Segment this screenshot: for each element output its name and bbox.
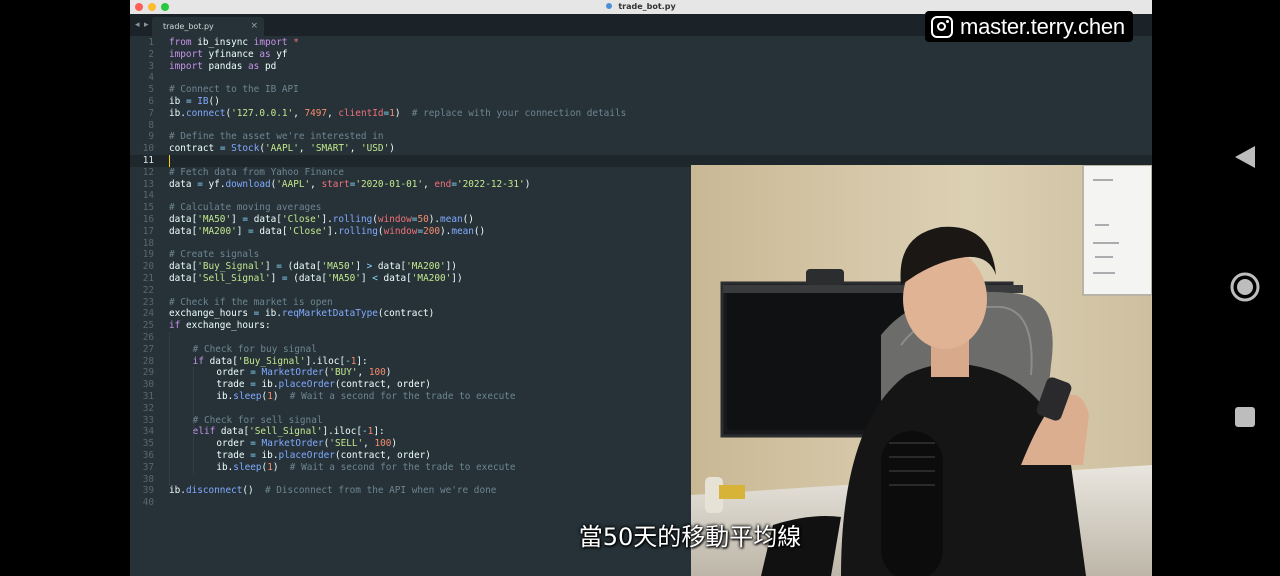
code-text: trade = ib.placeOrder(contract, order) — [216, 450, 431, 461]
code-text: order = MarketOrder('SELL', 100) — [216, 438, 398, 450]
line-number: 37 — [142, 461, 154, 473]
indent-guide — [169, 332, 170, 486]
code-text: data['Sell_Signal'] = (data['MA50'] < da… — [169, 273, 463, 284]
line-number: 32 — [142, 402, 154, 414]
code-text: contract = Stock('AAPL', 'SMART', 'USD') — [169, 143, 395, 155]
line-number: 33 — [142, 414, 154, 426]
watermark: master.terry.chen — [925, 11, 1133, 42]
line-number: 2 — [148, 48, 154, 60]
line-number: 9 — [148, 131, 154, 143]
line-number: 12 — [142, 166, 154, 178]
code-text: # Define the asset we're interested in — [169, 131, 384, 143]
line-number: 18 — [142, 237, 154, 249]
back-triangle-icon[interactable] — [1228, 140, 1262, 174]
line-number: 1 — [148, 37, 154, 48]
code-text: data = yf.download('AAPL', start='2020-0… — [169, 178, 531, 190]
line-number: 26 — [142, 332, 154, 343]
code-line[interactable]: 5 # Connect to the IB API — [130, 84, 1152, 96]
line-number: 3 — [148, 60, 154, 72]
line-number: 19 — [142, 249, 154, 261]
code-text: ib = IB() — [169, 96, 220, 107]
code-line[interactable]: 2 import yfinance as yf — [130, 49, 1152, 61]
code-text: elif data['Sell_Signal'].iloc[-1]: — [192, 426, 385, 438]
code-text: # Check for buy signal — [192, 343, 317, 355]
line-number: 27 — [142, 343, 154, 355]
tab-trade-bot[interactable]: trade_bot.py × — [152, 17, 264, 36]
code-text: ib.sleep(1) # Wait a second for the trad… — [216, 461, 516, 473]
code-text: ib.connect('127.0.0.1', 7497, clientId=1… — [169, 107, 627, 119]
line-number: 13 — [142, 178, 154, 190]
code-line[interactable]: 10 contract = Stock('AAPL', 'SMART', 'USD… — [130, 143, 1152, 155]
home-circle-icon[interactable] — [1228, 270, 1262, 304]
line-number: 24 — [142, 308, 154, 320]
code-text: # Fetch data from Yahoo Finance — [169, 166, 344, 178]
text-caret — [169, 155, 170, 167]
code-line[interactable]: 3 import pandas as pd — [130, 61, 1152, 73]
line-number: 8 — [148, 119, 154, 131]
code-text: if exchange_hours: — [169, 320, 271, 332]
line-number: 31 — [142, 391, 154, 402]
watermark-handle: master.terry.chen — [960, 14, 1125, 39]
line-number: 6 — [148, 96, 154, 107]
code-text: trade = ib.placeOrder(contract, order) — [216, 379, 431, 391]
video-subtitle: 當50天的移動平均線 — [578, 523, 802, 551]
code-text: data['MA200'] = data['Close'].rolling(wi… — [169, 225, 486, 237]
code-text: # Calculate moving averages — [169, 202, 322, 214]
code-text: from ib_insync import * — [169, 37, 299, 48]
code-text: # Create signals — [169, 249, 260, 261]
line-number: 5 — [148, 84, 154, 96]
line-number: 25 — [142, 320, 154, 332]
code-line[interactable]: 9 # Define the asset we're interested in — [130, 131, 1152, 143]
code-text: ib.disconnect() # Disconnect from the AP… — [169, 485, 497, 497]
tab-forward-arrow-icon[interactable]: ▸ — [144, 18, 149, 32]
code-text: ib.sleep(1) # Wait a second for the trad… — [216, 391, 516, 402]
code-line[interactable]: 6 ib = IB() — [130, 96, 1152, 108]
line-number: 17 — [142, 225, 154, 237]
tab-close-icon[interactable]: × — [250, 17, 258, 36]
line-number: 22 — [142, 284, 154, 296]
line-number: 23 — [142, 296, 154, 308]
tab-label: trade_bot.py — [163, 22, 214, 31]
indent-guide — [192, 367, 194, 474]
line-number: 35 — [142, 438, 154, 450]
line-number: 36 — [142, 450, 154, 461]
code-text: # Check if the market is open — [169, 296, 333, 308]
line-number: 34 — [142, 426, 154, 438]
code-text: # Check for sell signal — [192, 414, 323, 426]
line-number: 4 — [148, 72, 154, 84]
code-text: import pandas as pd — [169, 60, 277, 72]
line-number: 28 — [142, 355, 154, 367]
video-frame: trade_bot.py ◂ ▸ trade_bot.py × 1 from ib… — [130, 0, 1152, 576]
tab-back-arrow-icon[interactable]: ◂ — [135, 18, 140, 32]
file-icon — [606, 3, 613, 9]
webcam-inset — [691, 165, 1152, 576]
code-text: # Connect to the IB API — [169, 84, 299, 96]
code-text: if data['Buy_Signal'].iloc[-1]: — [192, 355, 368, 367]
line-number: 21 — [142, 273, 154, 284]
line-number: 40 — [142, 497, 154, 509]
line-number: 15 — [142, 202, 154, 214]
line-number: 16 — [142, 214, 154, 225]
code-line[interactable]: 7 ib.connect('127.0.0.1', 7497, clientId=… — [130, 108, 1152, 120]
line-number: 10 — [142, 143, 154, 155]
code-line[interactable]: 4 — [130, 72, 1152, 84]
window-title-text: trade_bot.py — [618, 2, 676, 11]
line-number: 30 — [142, 379, 154, 391]
code-text: exchange_hours = ib.reqMarketDataType(co… — [169, 308, 435, 320]
code-text: data['Buy_Signal'] = (data['MA50'] > dat… — [169, 261, 457, 273]
line-number: 14 — [142, 190, 154, 202]
line-number: 29 — [142, 367, 154, 379]
code-line[interactable]: 8 — [130, 120, 1152, 132]
line-number: 39 — [142, 485, 154, 497]
line-number: 11 — [142, 155, 154, 166]
recents-square-icon[interactable] — [1228, 400, 1262, 434]
code-text: data['MA50'] = data['Close'].rolling(win… — [169, 214, 474, 225]
line-number: 38 — [142, 473, 154, 485]
webcam-scene — [691, 165, 1152, 576]
code-text: import yfinance as yf — [169, 48, 288, 60]
instagram-icon — [931, 15, 953, 38]
code-text: order = MarketOrder('BUY', 100) — [216, 367, 392, 379]
line-number: 7 — [148, 107, 154, 119]
line-number: 20 — [142, 261, 154, 273]
